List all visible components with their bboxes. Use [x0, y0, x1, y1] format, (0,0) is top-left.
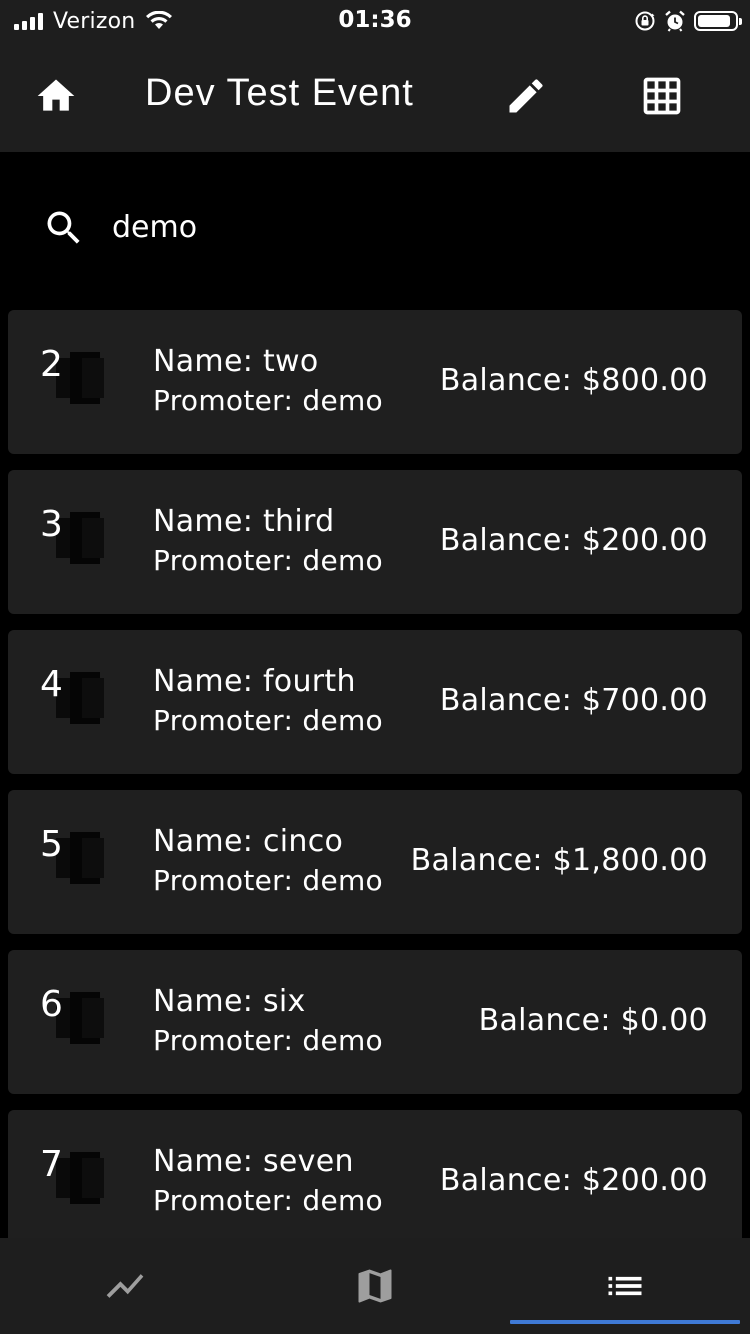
item-balance: Balance: $700.00 — [439, 683, 708, 718]
item-promoter: Promoter: demo — [153, 384, 383, 417]
battery-icon — [694, 11, 742, 31]
item-name: Name: seven — [153, 1144, 354, 1179]
thumbnail-image — [56, 832, 106, 884]
status-bar: Verizon 01:36 — [0, 0, 750, 44]
home-icon[interactable] — [34, 74, 78, 118]
nav-active-indicator — [510, 1320, 740, 1324]
map-icon — [358, 1269, 392, 1303]
orientation-lock-icon — [635, 11, 655, 31]
item-promoter: Promoter: demo — [153, 704, 383, 737]
search-icon — [47, 211, 80, 244]
item-number: 5 — [40, 824, 63, 865]
item-balance: Balance: $1,800.00 — [410, 843, 708, 878]
item-name: Name: fourth — [153, 664, 356, 699]
item-balance: Balance: $200.00 — [439, 1163, 708, 1198]
item-balance: Balance: $200.00 — [439, 523, 708, 558]
page-title: Dev Test Event — [145, 72, 414, 114]
list-item[interactable]: 4 Name: fourth Promoter: demo Balance: $700… — [8, 630, 742, 774]
search-bar — [0, 152, 750, 302]
item-number: 4 — [40, 664, 63, 705]
item-promoter: Promoter: demo — [153, 864, 383, 897]
status-right — [634, 7, 742, 35]
app-bar: Dev Test Event — [0, 44, 750, 152]
thumbnail-image — [56, 1152, 106, 1204]
list-item[interactable]: 3 Name: third Promoter: demo Balance: $200.… — [8, 470, 742, 614]
thumbnail-image — [56, 352, 106, 404]
nav-item-trending[interactable] — [0, 1238, 250, 1334]
item-name: Name: six — [153, 984, 306, 1019]
thumbnail-image — [56, 992, 106, 1044]
item-promoter: Promoter: demo — [153, 1024, 383, 1057]
item-number: 6 — [40, 984, 63, 1025]
list-item[interactable]: 6 Name: six Promoter: demo Balance: $0.00 — [8, 950, 742, 1094]
edit-icon[interactable] — [504, 74, 548, 118]
battery-fill — [698, 15, 730, 27]
promoter-list: 2 Name: two Promoter: demo Balance: $800.00… — [8, 310, 742, 1238]
item-number: 3 — [40, 504, 63, 545]
list-icon — [608, 1276, 642, 1296]
list-item[interactable]: 2 Name: two Promoter: demo Balance: $800.00 — [8, 310, 742, 454]
grid-icon[interactable] — [640, 74, 684, 118]
trending-icon — [106, 1274, 144, 1298]
search-input[interactable] — [112, 202, 692, 252]
item-name: Name: cinco — [153, 824, 344, 859]
item-number: 7 — [40, 1144, 63, 1185]
item-name: Name: third — [153, 504, 335, 539]
item-balance: Balance: $0.00 — [478, 1003, 708, 1038]
list-item[interactable]: 5 Name: cinco Promoter: demo Balance: $1,80… — [8, 790, 742, 934]
item-name: Name: two — [153, 344, 319, 379]
thumbnail-image — [56, 672, 106, 724]
bottom-nav — [0, 1238, 750, 1334]
item-balance: Balance: $800.00 — [439, 363, 708, 398]
item-number: 2 — [40, 344, 63, 385]
item-promoter: Promoter: demo — [153, 544, 383, 577]
nav-item-map[interactable] — [250, 1238, 500, 1334]
item-promoter: Promoter: demo — [153, 1184, 383, 1217]
alarm-icon — [665, 10, 685, 32]
list-item[interactable]: 7 Name: seven Promoter: demo Balance: $200.… — [8, 1110, 742, 1238]
thumbnail-image — [56, 512, 106, 564]
screen: Verizon 01:36 Dev Test Event demo 2 Name… — [0, 0, 750, 1334]
